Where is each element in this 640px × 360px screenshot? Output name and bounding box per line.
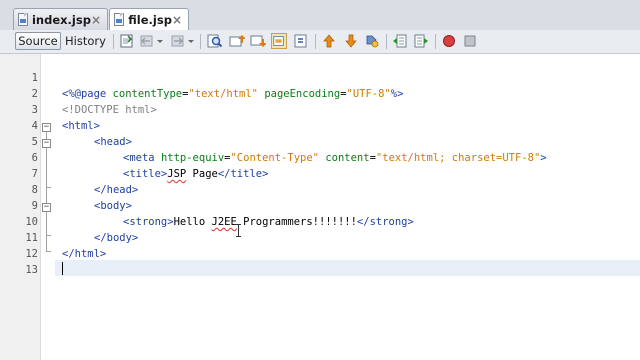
line-number: 5: [31, 136, 38, 148]
back-icon[interactable]: [139, 33, 155, 49]
fold-guide: [46, 251, 51, 252]
last-edit-icon[interactable]: [119, 33, 135, 49]
code-line: <strong>Hello J2EE Programmers!!!!!!!</s…: [123, 216, 414, 228]
line-number: 11: [25, 232, 38, 244]
chevron-down-icon[interactable]: [155, 33, 165, 49]
line-number: 2: [31, 88, 38, 100]
line-number: 8: [31, 184, 38, 196]
code-line: <head>: [94, 136, 132, 148]
close-icon[interactable]: ×: [172, 14, 182, 26]
fold-guide: [46, 132, 47, 251]
line-number: 4: [31, 120, 38, 132]
toolbar-separator: [113, 34, 114, 49]
tab-label: index.jsp: [31, 12, 91, 27]
mouse-ibeam-cursor-icon: [236, 224, 241, 237]
code-line: <!DOCTYPE html>: [62, 104, 157, 116]
tab-label: file.jsp: [128, 13, 172, 27]
tab-file-jsp[interactable]: file.jsp ×: [109, 8, 189, 31]
toolbar-separator: [435, 34, 436, 49]
source-button[interactable]: Source: [15, 32, 61, 50]
fold-toggle-icon[interactable]: −: [42, 203, 51, 212]
shift-left-icon[interactable]: [392, 33, 408, 49]
code-line: <meta http-equiv="Content-Type" content=…: [123, 152, 547, 164]
chevron-down-icon[interactable]: [186, 33, 196, 49]
line-number: 9: [31, 200, 38, 212]
code-editor[interactable]: 1 2 3 4 5 6 7 8 9 10 11 12 13 − − − <%@p…: [0, 54, 640, 360]
line-number-gutter: 1 2 3 4 5 6 7 8 9 10 11 12 13: [0, 54, 41, 360]
line-number: 13: [25, 264, 38, 276]
editor-toolbar: Source History: [0, 30, 640, 54]
tab-index-jsp[interactable]: index.jsp ×: [13, 8, 108, 30]
file-jsp-icon: [17, 12, 28, 27]
line-number: 10: [25, 216, 38, 228]
toggle-bookmark-icon[interactable]: [364, 33, 380, 49]
find-selection-icon[interactable]: [293, 33, 309, 49]
close-icon[interactable]: ×: [91, 14, 101, 26]
next-bookmark-icon[interactable]: [343, 33, 359, 49]
toolbar-separator: [386, 34, 387, 49]
fold-guide: [46, 187, 51, 188]
toolbar-separator: [200, 34, 201, 49]
code-line: <title>JSP Page</title>: [123, 168, 269, 180]
shift-right-icon[interactable]: [413, 33, 429, 49]
fold-toggle-icon[interactable]: −: [42, 139, 51, 148]
editor-tab-strip: index.jsp × file.jsp ×: [0, 0, 640, 31]
find-next-icon[interactable]: [250, 33, 266, 49]
toggle-highlight-icon[interactable]: [271, 33, 287, 49]
stop-macro-icon[interactable]: [462, 33, 478, 49]
history-button[interactable]: History: [63, 32, 108, 50]
code-line: <html>: [62, 120, 100, 132]
line-number: 6: [31, 152, 38, 164]
current-line-highlight: [55, 260, 640, 276]
find-previous-icon[interactable]: [229, 33, 245, 49]
fold-toggle-icon[interactable]: −: [42, 123, 51, 132]
fold-guide: [46, 235, 51, 236]
code-line: </head>: [94, 184, 139, 196]
toolbar-separator: [315, 34, 316, 49]
previous-bookmark-icon[interactable]: [321, 33, 337, 49]
line-number: 12: [25, 248, 38, 260]
file-jsp-icon: [113, 13, 124, 27]
code-line: <%@page contentType="text/html" pageEnco…: [62, 88, 404, 100]
code-line: </body>: [94, 232, 139, 244]
start-macro-icon[interactable]: [441, 33, 457, 49]
code-line: </html>: [62, 248, 107, 260]
text-caret: [62, 262, 63, 275]
line-number: 3: [31, 104, 38, 116]
line-number: 1: [31, 72, 38, 84]
search-icon[interactable]: [207, 33, 223, 49]
line-number: 7: [31, 168, 38, 180]
forward-icon[interactable]: [170, 33, 186, 49]
code-line: <body>: [94, 200, 132, 212]
